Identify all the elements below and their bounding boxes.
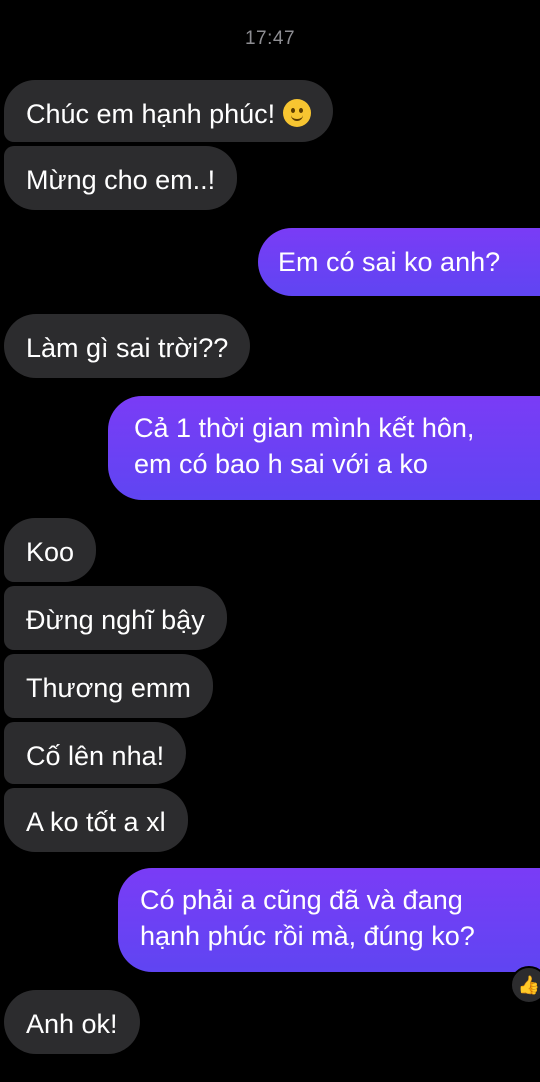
message-bubble-incoming[interactable]: Chúc em hạnh phúc! <box>4 80 334 142</box>
message-text-line: em có bao h sai với a ko <box>134 449 428 479</box>
message-text-line: Cả 1 thời gian mình kết hôn, <box>134 413 475 443</box>
message-text: Cố lên nha! <box>26 741 165 771</box>
message-timestamp: 17:47 <box>244 28 296 49</box>
message-bubble-outgoing[interactable]: Em có sai ko anh? <box>258 228 540 296</box>
message-bubble-incoming[interactable]: Koo <box>4 518 97 582</box>
message-bubble-incoming[interactable]: Anh ok! <box>4 990 140 1054</box>
message-text: A ko tốt a xl <box>26 807 166 837</box>
message-bubble-outgoing[interactable]: Có phải a cũng đã và đang hạnh phúc rồi … <box>118 868 540 972</box>
message-text: Làm gì sai trời?? <box>26 333 229 363</box>
message-text: Anh ok! <box>26 1009 118 1039</box>
message-text-line: hạnh phúc rồi mà, đúng ko? <box>140 921 475 951</box>
message-bubble-incoming[interactable]: Làm gì sai trời?? <box>4 314 251 378</box>
message-bubble-incoming[interactable]: Thương emm <box>4 654 213 718</box>
message-text: Thương emm <box>26 673 191 703</box>
message-text: Em có sai ko anh? <box>278 247 501 277</box>
message-text: Chúc em hạnh phúc! <box>26 99 276 129</box>
message-bubble-incoming[interactable]: Cố lên nha! <box>4 722 187 784</box>
message-bubble-outgoing[interactable]: Cả 1 thời gian mình kết hôn, em có bao h… <box>108 396 540 500</box>
message-text: Mừng cho em..! <box>26 165 216 195</box>
message-text-line: Có phải a cũng đã và đang <box>140 885 463 915</box>
message-bubble-incoming[interactable]: Mừng cho em..! <box>4 146 238 210</box>
slightly-smiling-face-icon <box>283 99 312 127</box>
thumbs-up-icon[interactable]: 👍 <box>510 966 540 1004</box>
message-text: Koo <box>26 537 75 567</box>
message-text: Đừng nghĩ bậy <box>26 605 205 635</box>
message-bubble-incoming[interactable]: A ko tốt a xl <box>4 788 188 852</box>
message-bubble-incoming[interactable]: Đừng nghĩ bậy <box>4 586 227 650</box>
